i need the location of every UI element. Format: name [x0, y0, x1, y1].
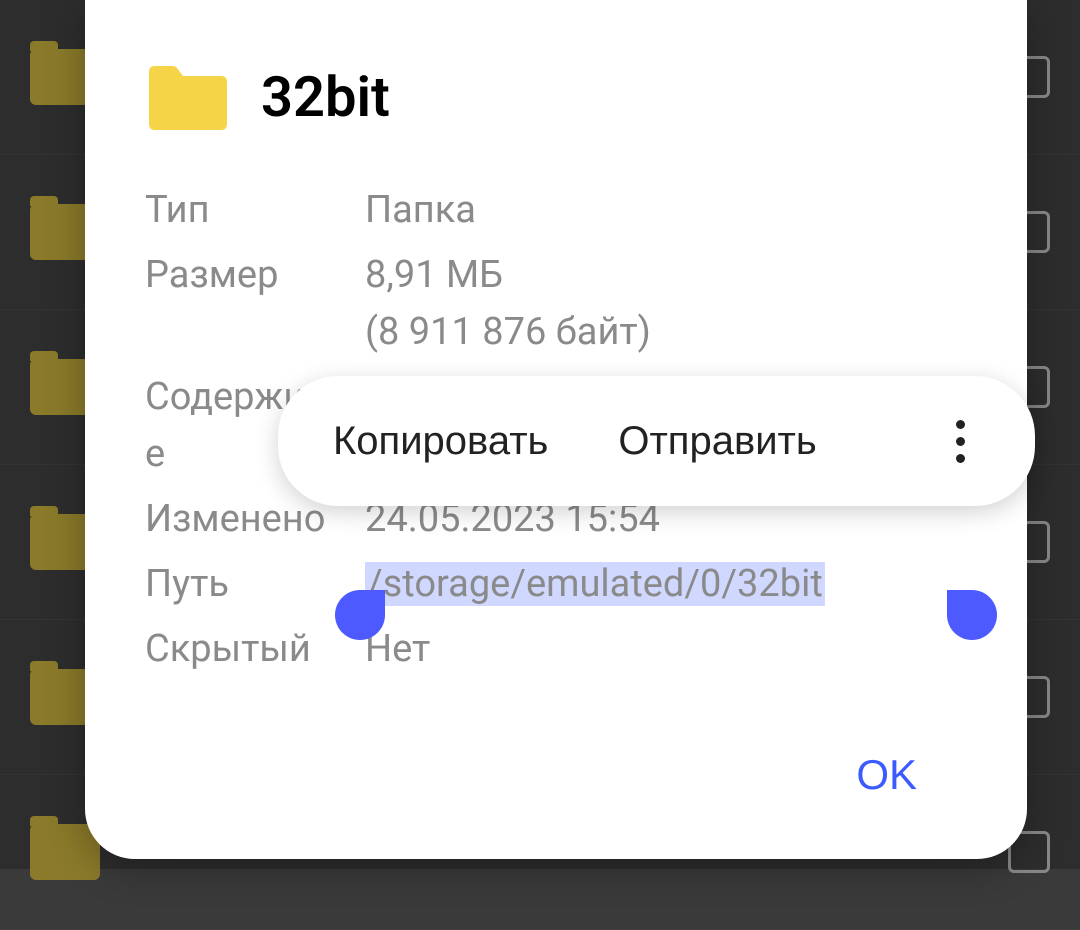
more-icon [956, 420, 965, 429]
selected-text[interactable]: /storage/emulated/0/32bit [365, 562, 825, 606]
value-size: 8,91 МБ (8 911 876 байт) [365, 247, 967, 361]
more-options-button[interactable] [936, 410, 985, 473]
value-type: Папка [365, 182, 967, 239]
folder-icon [145, 62, 231, 132]
value-hidden: Нет [365, 621, 967, 678]
value-path[interactable]: /storage/emulated/0/32bit [365, 556, 967, 613]
text-selection-toolbar: Копировать Отправить [278, 376, 1035, 506]
copy-button[interactable]: Копировать [328, 409, 553, 474]
send-button[interactable]: Отправить [613, 409, 821, 474]
selection-handle-left[interactable] [335, 590, 385, 640]
label-path: Путь [145, 556, 365, 613]
selection-handle-right[interactable] [947, 590, 997, 640]
label-size: Размер [145, 247, 365, 361]
label-hidden: Скрытый [145, 621, 365, 678]
dialog-title: 32bit [261, 64, 390, 130]
dialog-header: 32bit [145, 62, 967, 132]
ok-button[interactable]: OK [826, 731, 947, 819]
label-type: Тип [145, 182, 365, 239]
